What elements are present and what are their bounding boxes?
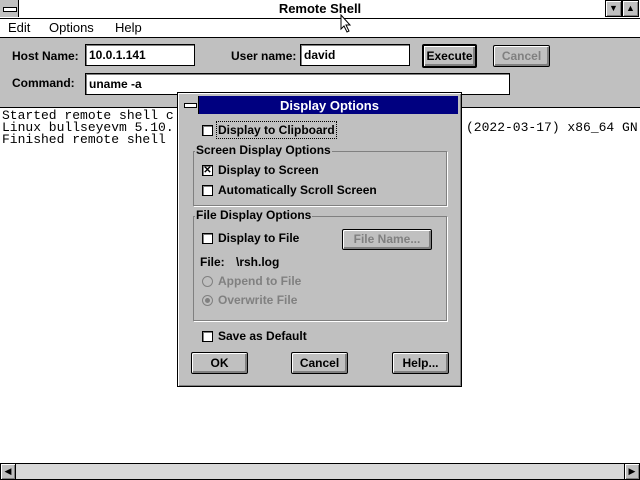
file-label[interactable]: Display to File [218,231,299,245]
output-line-tail: (2022-03-17) x86_64 GN [466,120,638,135]
help-button[interactable]: Help... [392,352,449,374]
execute-button[interactable]: Execute [422,44,477,68]
menu-options[interactable]: Options [49,20,94,35]
screen-checkbox[interactable]: ✕ [202,165,213,176]
append-radio[interactable] [202,276,213,287]
minimize-button[interactable]: ▼ [605,0,622,17]
screen-label[interactable]: Display to Screen [218,163,319,177]
file-path: \rsh.log [236,255,280,269]
output-line: Finished remote shell [2,132,166,147]
append-label[interactable]: Append to File [218,274,301,288]
ok-button[interactable]: OK [191,352,248,374]
maximize-button[interactable]: ▲ [622,0,639,17]
menu-help[interactable]: Help [115,20,142,35]
file-caption: File: [200,255,225,269]
cancel-button[interactable]: Cancel [493,45,550,67]
overwrite-label[interactable]: Overwrite File [218,293,297,307]
screen-group-title: Screen Display Options [195,143,332,157]
command-label: Command: [12,76,75,90]
title-bar[interactable]: Remote Shell ▼ ▲ [0,0,640,19]
window-title: Remote Shell [278,1,362,16]
save-default-checkbox[interactable] [202,331,213,342]
system-menu-icon[interactable] [181,96,199,114]
autoscroll-checkbox[interactable] [202,185,213,196]
host-name-input[interactable]: 10.0.1.141 [85,44,195,66]
display-options-dialog: Display Options Display to Clipboard Scr… [177,92,462,387]
user-name-label: User name: [231,49,297,63]
clipboard-checkbox[interactable] [202,125,213,136]
dialog-title-bar[interactable]: Display Options [181,96,458,114]
mouse-cursor-icon [340,14,352,33]
scroll-track[interactable] [16,463,624,480]
file-group-title: File Display Options [195,208,313,222]
file-name-button[interactable]: File Name... [342,229,432,250]
save-default-label[interactable]: Save as Default [218,329,307,343]
scroll-left-icon[interactable]: ◀ [0,463,16,480]
overwrite-radio[interactable] [202,295,213,306]
menu-edit[interactable]: Edit [8,20,30,35]
horizontal-scrollbar[interactable]: ◀ ▶ [0,463,640,480]
autoscroll-label[interactable]: Automatically Scroll Screen [218,183,377,197]
clipboard-label[interactable]: Display to Clipboard [216,121,337,139]
file-checkbox[interactable] [202,233,213,244]
menu-bar: Edit Options Help [0,19,640,38]
host-name-label: Host Name: [12,49,79,63]
dialog-title: Display Options [280,98,379,113]
scroll-right-icon[interactable]: ▶ [624,463,640,480]
dialog-cancel-button[interactable]: Cancel [291,352,348,374]
screen-display-group [193,151,447,206]
user-name-input[interactable]: david [300,44,410,66]
